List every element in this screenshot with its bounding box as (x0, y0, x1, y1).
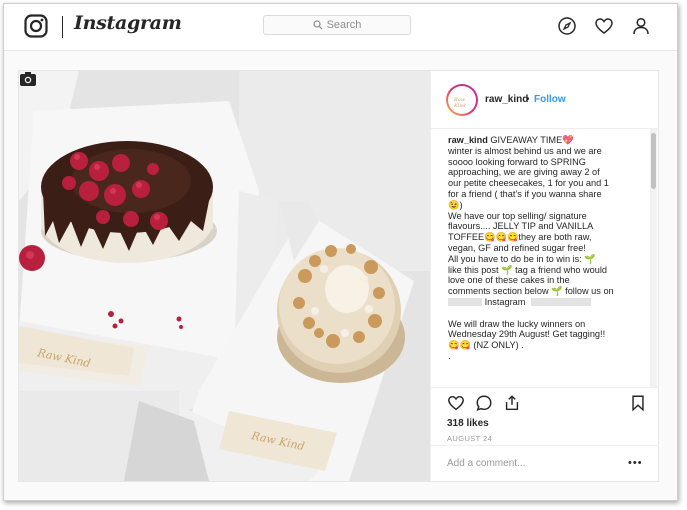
caption-line: Wednesday 29th August! Get tagging!! (448, 329, 606, 340)
more-options-button[interactable]: ••• (628, 457, 643, 469)
caption-line: approaching, we are giving away 2 of (448, 167, 600, 178)
avatar-inner: Raw Kind (448, 86, 476, 114)
comment-input[interactable]: Add a comment... (447, 458, 525, 469)
browser-frame: Instagram Search Raw Kind Raw Kind Raw K… (3, 3, 678, 501)
likes-count[interactable]: 318 likes (447, 418, 489, 429)
search-placeholder: Search (326, 19, 362, 31)
instagram-wordmark[interactable]: Instagram (74, 12, 182, 34)
caption-line: We have our top selling/ signature (448, 210, 587, 221)
caption-line: vegan, GF and refined sugar free! (448, 242, 586, 253)
caption-username[interactable]: raw_kind (448, 135, 488, 145)
redacted-handle (448, 297, 482, 306)
avatar-text: Raw Kind (454, 97, 466, 109)
caption-line: for a friend ( that’s if you wanna share (448, 188, 602, 199)
instagram-camera-icon[interactable] (24, 14, 48, 38)
caption-line: like this post 🌱 tag a friend who would (448, 264, 608, 275)
caption-line: flavours.... JELLY TIP and VANILLA (448, 221, 594, 232)
caption: raw_kind GIVEAWAY TIME💖 winter is almost… (448, 135, 648, 387)
post-card: Raw Kind Raw Kind Raw Kind raw_kind • Fo… (18, 70, 659, 482)
separator-dot: • (526, 94, 530, 105)
cheesecake-photo-illustration: Raw Kind Raw Kind (19, 71, 430, 481)
caption-line: our petite cheesecakes, 1 for you and 1 (448, 178, 609, 189)
redacted-text (530, 297, 591, 306)
caption-instagram-line: Instagram (448, 297, 648, 308)
caption-line: soooo looking forward to SPRING (448, 156, 586, 167)
share-icon[interactable] (503, 394, 521, 412)
scrollbar-thumb[interactable] (651, 133, 656, 189)
top-navbar: Instagram Search (4, 4, 677, 51)
post-actions: 318 likes AUGUST 24 (431, 387, 659, 445)
profile-icon[interactable] (631, 16, 651, 36)
like-heart-icon[interactable] (447, 394, 465, 412)
caption-line: love one of these cakes in the (448, 275, 570, 286)
caption-line: winter is almost behind us and we are (448, 145, 602, 156)
caption-line: All you have to do be in to win is: 🌱 (448, 253, 596, 264)
caption-line: comments section below 🌱 follow us on (448, 286, 614, 297)
follow-button[interactable]: Follow (534, 94, 566, 105)
search-input[interactable]: Search (263, 15, 411, 35)
post-sidebar: Raw Kind raw_kind • Follow raw_kind GIVE… (430, 71, 659, 481)
caption-first-line: raw_kind GIVEAWAY TIME💖 (448, 135, 648, 146)
post-header: Raw Kind raw_kind • Follow (431, 71, 659, 129)
caption-scrollbar[interactable] (650, 129, 657, 387)
camera-tag-icon[interactable] (19, 71, 37, 87)
heart-icon[interactable] (594, 16, 614, 36)
post-photo[interactable]: Raw Kind Raw Kind (19, 71, 430, 481)
caption-line: 😋😋 (NZ ONLY) . (448, 340, 524, 351)
caption-line: We will draw the lucky winners on (448, 318, 586, 329)
bookmark-icon[interactable] (629, 394, 647, 412)
post-date[interactable]: AUGUST 24 (447, 434, 492, 443)
caption-title: GIVEAWAY TIME💖 (490, 135, 574, 145)
logo-divider (62, 16, 63, 38)
caption-line: 😉) (448, 199, 463, 210)
comment-bar: Add a comment... ••• (431, 445, 659, 481)
compass-icon[interactable] (557, 16, 577, 36)
caption-line: . (448, 350, 451, 361)
username-link[interactable]: raw_kind (485, 94, 528, 105)
search-icon (312, 20, 322, 30)
caption-line: TOFFEE😋😋😋they are both raw, (448, 232, 592, 243)
avatar[interactable]: Raw Kind (446, 84, 478, 116)
comment-icon[interactable] (475, 394, 493, 412)
caption-instagram: Instagram (484, 296, 526, 307)
